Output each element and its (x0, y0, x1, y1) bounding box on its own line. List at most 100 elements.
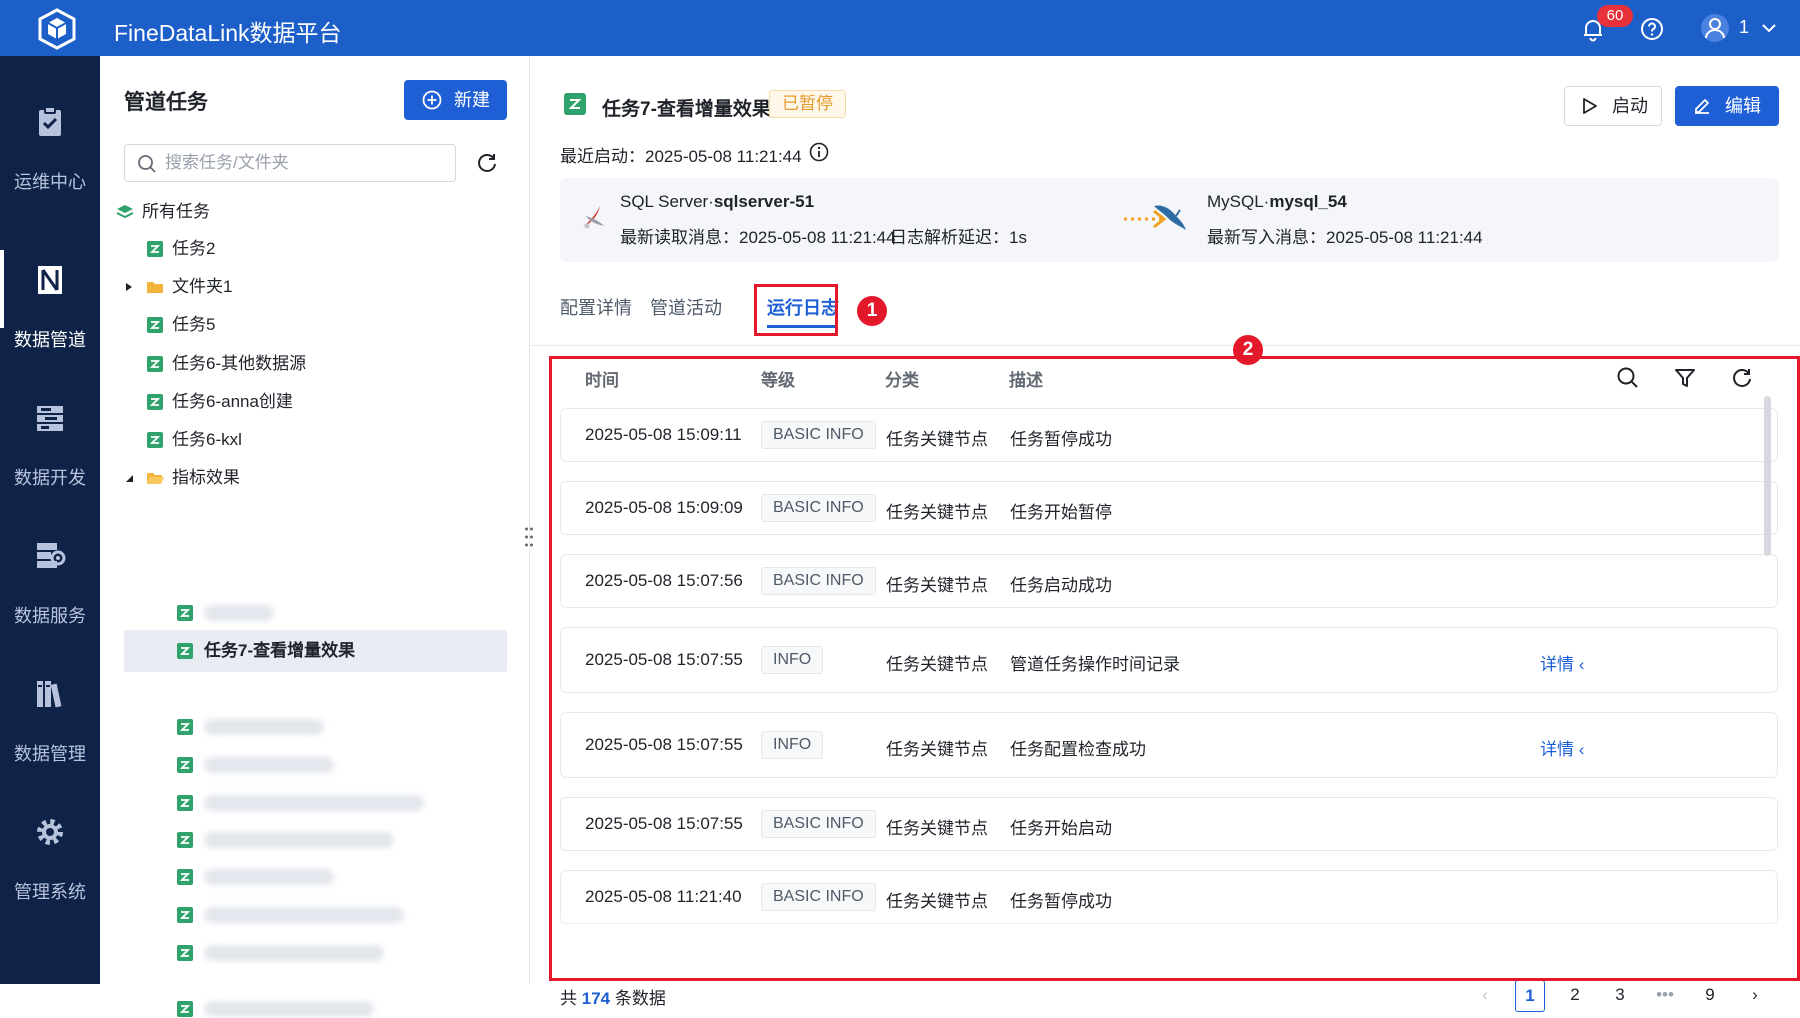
tree-item-folder[interactable]: 指标效果 (124, 458, 424, 498)
total-count: 共 174 条数据 (560, 984, 666, 1009)
nav-label: 管理系统 (14, 882, 86, 902)
app-title: FineDataLink数据平台 (114, 20, 342, 46)
nav-label: 数据服务 (14, 606, 86, 626)
page-3[interactable]: 3 (1605, 980, 1635, 1012)
blurred-item (204, 869, 334, 885)
task-tree-panel: 管道任务 新建 所有任务 任务2 文件夹1 任务5 任务6-其他数据源 任务6-… (100, 56, 530, 1017)
tree-label: 任务6-其他数据源 (172, 354, 307, 373)
blurred-item (204, 832, 394, 848)
service-icon (37, 543, 66, 568)
search-icon (138, 155, 156, 173)
user-name[interactable]: 1 (1739, 17, 1749, 38)
edit-icon (1695, 99, 1709, 114)
tree-item-task[interactable]: 任务5 (146, 305, 446, 345)
tree-label: 任务2 (172, 239, 216, 258)
blurred-item (204, 945, 384, 961)
new-button[interactable]: 新建 (404, 80, 507, 120)
nav-item-ops[interactable]: 运维中心 (0, 56, 100, 214)
page-2[interactable]: 2 (1560, 980, 1590, 1012)
blurred-item (204, 907, 404, 923)
search-input[interactable] (165, 150, 445, 176)
refresh-icon[interactable] (475, 151, 499, 175)
nav-item-admin[interactable]: 管理系统 (0, 766, 100, 924)
tree-label: 文件夹1 (172, 277, 233, 296)
page-ellipsis[interactable]: ••• (1650, 980, 1680, 1012)
total-prefix: 共 (560, 989, 577, 1008)
tab-activity[interactable]: 管道活动 (650, 294, 722, 320)
blurred-item (204, 605, 274, 621)
task-icon (177, 643, 193, 659)
edit-button-label: 编辑 (1725, 96, 1761, 116)
task-icon (177, 945, 193, 961)
main-panel: 任务7-查看增量效果 已暂停 启动 编辑 最近启动：2025-05-08 11:… (530, 56, 1800, 1012)
layers-icon (116, 205, 134, 219)
annotation-box-1 (754, 284, 838, 336)
source-delay: 日志解析延迟：1s (890, 228, 1027, 247)
tree-item-task[interactable]: 任务6-anna创建 (146, 382, 446, 422)
task-icon (177, 907, 193, 923)
blurred-item (204, 795, 424, 811)
manage-icon (37, 681, 62, 708)
tab-config[interactable]: 配置详情 (560, 294, 632, 320)
tree-item-all[interactable]: 所有任务 (116, 192, 416, 232)
info-icon[interactable] (809, 142, 829, 162)
tabs-divider (530, 345, 1800, 346)
target-write: 最新写入消息：2025-05-08 11:21:44 (1207, 228, 1483, 247)
tree-item-folder[interactable]: 文件夹1 (124, 267, 424, 307)
task-title: 任务7-查看增量效果 (602, 99, 771, 120)
task-icon (177, 757, 193, 773)
mysql-icon (1154, 205, 1186, 230)
status-badge: 已暂停 (769, 90, 846, 118)
page-1[interactable]: 1 (1515, 980, 1545, 1012)
avatar[interactable] (1700, 13, 1730, 43)
total-suffix: 条数据 (614, 989, 666, 1008)
help-icon[interactable] (1640, 17, 1664, 41)
tree-item-task[interactable]: 任务2 (146, 229, 446, 269)
caret-down-icon[interactable] (124, 473, 134, 483)
page-9[interactable]: 9 (1695, 980, 1725, 1012)
folder-open-icon (147, 473, 164, 484)
nav-item-service[interactable]: 数据服务 (0, 490, 100, 648)
prev-page-button[interactable]: ‹ (1470, 980, 1500, 1012)
target-name: MySQL·mysql_54 (1207, 192, 1347, 212)
task-icon (147, 356, 163, 372)
nav-item-dev[interactable]: 数据开发 (0, 352, 100, 510)
chevron-down-icon[interactable] (1760, 20, 1778, 36)
edit-button[interactable]: 编辑 (1675, 86, 1779, 126)
nav-label: 数据管理 (14, 744, 86, 764)
task-icon (177, 869, 193, 885)
tree-label: 所有任务 (142, 202, 210, 221)
nav-item-manage[interactable]: 数据管理 (0, 628, 100, 786)
top-bar: FineDataLink数据平台 60 1 (0, 0, 1800, 56)
play-icon (1583, 98, 1597, 114)
task-icon (177, 832, 193, 848)
task-icon (177, 1001, 193, 1017)
sqlserver-icon (583, 206, 604, 229)
annotation-box-2 (549, 356, 1800, 981)
task-icon (177, 795, 193, 811)
notification-badge: 60 (1597, 5, 1633, 27)
tree-label: 任务6-kxl (172, 430, 242, 449)
plus-circle-icon (422, 90, 442, 110)
nav-item-pipeline[interactable]: 数据管道 (0, 214, 100, 372)
start-button[interactable]: 启动 (1564, 86, 1662, 126)
app-logo (38, 8, 76, 50)
next-page-button[interactable]: › (1740, 980, 1770, 1012)
nav-label: 运维中心 (14, 172, 86, 192)
tree-item-task-active[interactable]: 任务7-查看增量效果 (176, 631, 496, 671)
target-type: MySQL· (1207, 192, 1270, 211)
pipeline-icon (38, 266, 62, 294)
task-icon (147, 241, 163, 257)
tree-item-task[interactable]: 任务6-kxl (146, 420, 446, 460)
total-number: 174 (581, 989, 611, 1008)
panel-title: 管道任务 (124, 91, 208, 114)
blurred-item (204, 1001, 374, 1017)
caret-right-icon[interactable] (124, 282, 134, 292)
source-name: SQL Server·sqlserver-51 (620, 192, 814, 212)
tree-item-task[interactable]: 任务6-其他数据源 (146, 344, 446, 384)
tree-label: 任务5 (172, 315, 216, 334)
recent-start: 最近启动：2025-05-08 11:21:44 (560, 147, 802, 166)
blurred-item (204, 757, 334, 773)
task-icon (177, 719, 193, 735)
nav-label: 数据开发 (14, 468, 86, 488)
